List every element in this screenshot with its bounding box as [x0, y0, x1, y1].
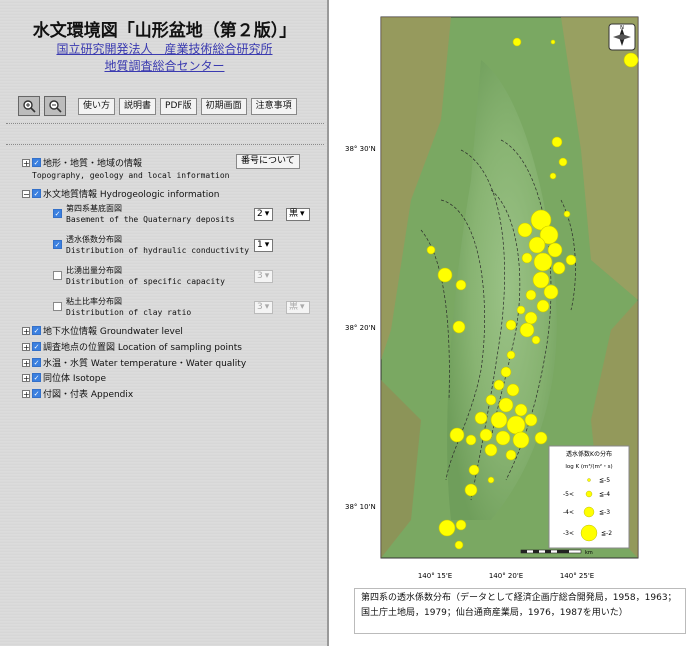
- collapse-icon[interactable]: −: [22, 189, 30, 198]
- basement-color-select[interactable]: 黒 ▾: [286, 208, 310, 221]
- clay-ratio-color-select[interactable]: 黒 ▾: [286, 301, 310, 314]
- expand-icon[interactable]: +: [22, 358, 30, 367]
- divider: [6, 144, 324, 145]
- checkbox-specific-capacity[interactable]: [53, 271, 62, 280]
- layer-hydrogeology[interactable]: − ✓ 水文地質情報 Hydrogeologic information: [22, 187, 219, 200]
- legend: 透水係数Kの分布 log K (m³/(m²・s) ≦-5 -5< ≦-4 -4…: [548, 445, 630, 549]
- checkbox-basement[interactable]: ✓: [53, 209, 62, 218]
- expand-icon[interactable]: +: [22, 158, 30, 167]
- howto-button[interactable]: 使い方: [78, 97, 116, 115]
- legend-unit: log K (m³/(m²・s): [565, 463, 612, 470]
- lat-label: 38° 30'N: [345, 145, 376, 153]
- zoom-out-button[interactable]: [44, 96, 66, 116]
- expand-icon[interactable]: +: [22, 326, 30, 335]
- expand-icon[interactable]: +: [22, 373, 30, 382]
- notes-button[interactable]: 注意事項: [250, 97, 297, 115]
- zoom-in-icon: [23, 100, 36, 113]
- lon-label: 140° 25'E: [560, 572, 594, 580]
- clay-ratio-select[interactable]: 3 ▾: [254, 301, 273, 314]
- zoom-out-icon: [49, 100, 62, 113]
- layer-label: 水温・水質 Water temperature・Water quality: [43, 359, 247, 369]
- checkbox-topography[interactable]: ✓: [32, 158, 41, 167]
- checkbox-hydrogeology[interactable]: ✓: [32, 189, 41, 198]
- legend-item: ≦-3: [599, 509, 610, 516]
- lon-label: 140° 20'E: [489, 572, 523, 580]
- layer-appendix[interactable]: + ✓ 付図・付表 Appendix: [22, 387, 133, 400]
- lat-label: 38° 10'N: [345, 503, 376, 511]
- expand-icon[interactable]: +: [22, 389, 30, 398]
- compass-label: N: [620, 25, 624, 31]
- legend-item: ≦-2: [601, 530, 612, 537]
- layer-label: 付図・付表 Appendix: [43, 390, 134, 400]
- legend-item: -5<: [563, 491, 574, 498]
- legend-item: ≦-4: [599, 491, 610, 498]
- numbering-button[interactable]: 番号について: [236, 154, 300, 169]
- legend-item: ≦-5: [599, 477, 610, 484]
- checkbox-appendix[interactable]: ✓: [32, 389, 41, 398]
- legend-item: -4<: [563, 509, 574, 516]
- left-panel: 水文環境図「山形盆地（第２版）」 国立研究開発法人 産業技術総合研究所 地質調査…: [0, 0, 329, 646]
- layer-topography[interactable]: + ✓ 地形・地質・地域の情報: [22, 156, 142, 169]
- lon-label: 140° 15'E: [418, 572, 452, 580]
- layer-label: 同位体 Isotope: [43, 374, 106, 384]
- lat-label: 38° 20'N: [345, 324, 376, 332]
- checkbox-water-quality[interactable]: ✓: [32, 358, 41, 367]
- layer-label: 水文地質情報 Hydrogeologic information: [43, 190, 220, 200]
- reset-view-button[interactable]: 初期画面: [200, 97, 247, 115]
- layer-isotope[interactable]: + ✓ 同位体 Isotope: [22, 371, 106, 384]
- specific-capacity-select[interactable]: 3 ▾: [254, 270, 273, 283]
- checkbox-isotope[interactable]: ✓: [32, 373, 41, 382]
- map-panel: N 透水係数Kの分布 log K (m³/(m²・s) ≦-5 -5< ≦-4 …: [331, 0, 700, 646]
- page-title: 水文環境図「山形盆地（第２版）」: [32, 21, 297, 41]
- divider: [6, 123, 324, 124]
- checkbox-groundwater[interactable]: ✓: [32, 326, 41, 335]
- pdf-button[interactable]: PDF版: [160, 97, 197, 115]
- layer-groundwater[interactable]: + ✓ 地下水位情報 Groundwater level: [22, 324, 183, 337]
- toolbar: 使い方 説明書 PDF版 初期画面 注意事項: [18, 96, 297, 116]
- legend-item: -3<: [563, 530, 574, 537]
- layer-water-quality[interactable]: + ✓ 水温・水質 Water temperature・Water quality: [22, 356, 246, 369]
- layer-label: 調査地点の位置図 Location of sampling points: [43, 343, 242, 353]
- org-link-gsj[interactable]: 地質調査総合センター: [0, 57, 329, 74]
- expand-icon[interactable]: +: [22, 342, 30, 351]
- layer-specific-capacity: 比湧出量分布図 Distribution of specific capacity: [66, 266, 225, 286]
- layer-label: 地形・地質・地域の情報: [43, 159, 143, 169]
- conductivity-select[interactable]: 1 ▾: [254, 239, 273, 252]
- checkbox-sampling[interactable]: ✓: [32, 342, 41, 351]
- layer-sublabel: Topography, geology and local informatio…: [32, 171, 230, 180]
- caption-line: 国土庁土地局，1979；仙台通商産業局，1976，1987を用いた）: [361, 608, 628, 618]
- caption-line: 第四系の透水係数分布（データとして経済企画庁総合開発局，1958，1963；: [361, 593, 677, 603]
- layer-basement: 第四系基底面図 Basement of the Quaternary deposi…: [66, 204, 235, 224]
- zoom-in-button[interactable]: [18, 96, 40, 116]
- basement-contour-select[interactable]: 2 ▾: [254, 208, 273, 221]
- map-caption: 第四系の透水係数分布（データとして経済企画庁総合開発局，1958，1963； 国…: [354, 588, 686, 634]
- layer-sampling[interactable]: + ✓ 調査地点の位置図 Location of sampling points: [22, 340, 242, 353]
- checkbox-clay-ratio[interactable]: [53, 302, 62, 311]
- org-link-aist[interactable]: 国立研究開発法人 産業技術総合研究所: [0, 40, 329, 57]
- layer-conductivity: 透水係数分布図 Distribution of hydraulic conduct…: [66, 235, 250, 255]
- layer-clay-ratio: 粘土比率分布図 Distribution of clay ratio: [66, 297, 192, 317]
- scale-unit: km: [585, 550, 593, 556]
- manual-button[interactable]: 説明書: [119, 97, 157, 115]
- legend-title: 透水係数Kの分布: [566, 450, 612, 458]
- checkbox-conductivity[interactable]: ✓: [53, 240, 62, 249]
- layer-label: 地下水位情報 Groundwater level: [43, 327, 183, 337]
- map-svg[interactable]: N 透水係数Kの分布 log K (m³/(m²・s) ≦-5 -5< ≦-4 …: [331, 0, 700, 646]
